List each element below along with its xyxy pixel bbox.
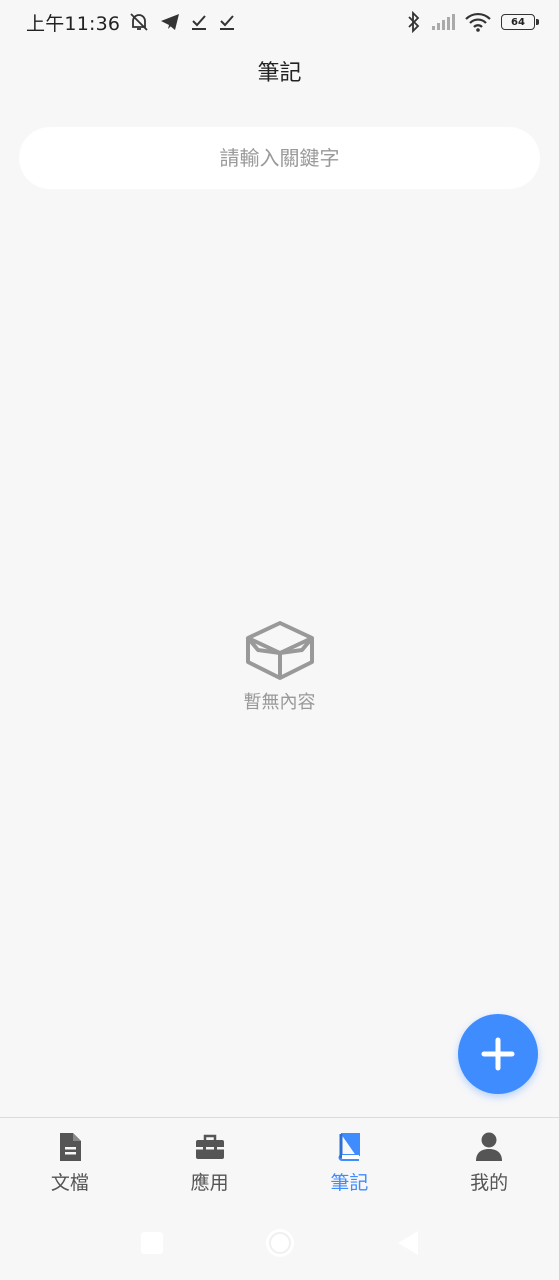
- battery-level: 64: [511, 16, 525, 28]
- document-icon: [58, 1132, 82, 1162]
- bluetooth-icon: [407, 11, 421, 33]
- system-navigation-bar: [0, 1205, 559, 1280]
- bottom-tab-bar: 文檔 應用 筆記 我的: [0, 1117, 559, 1205]
- recents-square-icon[interactable]: [140, 1231, 164, 1255]
- page-title: 筆記: [257, 61, 302, 86]
- notification-icons: [128, 12, 236, 32]
- status-bar-right: 64: [407, 11, 539, 33]
- tab-notes[interactable]: 筆記: [280, 1118, 420, 1205]
- empty-box-icon: [244, 620, 316, 682]
- tab-label: 我的: [470, 1172, 509, 1194]
- tab-apps[interactable]: 應用: [140, 1118, 280, 1205]
- tab-profile[interactable]: 我的: [419, 1118, 559, 1205]
- signal-icon: [431, 13, 455, 31]
- notes-screen: 上午11:36 64 筆記 請輸入關鍵字 暫無內容 文檔 應用 筆記 我的: [0, 0, 559, 1280]
- search-bar[interactable]: [19, 127, 540, 189]
- add-note-button[interactable]: [458, 1014, 538, 1094]
- status-time: 上午11:36: [26, 12, 121, 35]
- search-input[interactable]: [19, 127, 540, 189]
- tab-documents[interactable]: 文檔: [0, 1118, 140, 1205]
- check-icon: [190, 13, 208, 31]
- battery-icon: 64: [501, 14, 539, 30]
- wifi-icon: [465, 12, 491, 32]
- check-icon: [218, 13, 236, 31]
- plus-icon: [481, 1037, 515, 1071]
- empty-state: 暫無內容: [0, 620, 559, 714]
- tab-label: 應用: [190, 1172, 229, 1194]
- back-triangle-icon[interactable]: [396, 1230, 420, 1256]
- telegram-icon: [160, 13, 180, 31]
- tab-label: 筆記: [330, 1172, 369, 1194]
- tab-label: 文檔: [50, 1172, 89, 1194]
- status-bar-left: 上午11:36: [26, 9, 236, 36]
- home-circle-icon[interactable]: [264, 1227, 296, 1259]
- notebook-icon: [337, 1132, 361, 1162]
- person-icon: [475, 1132, 503, 1162]
- empty-state-text: 暫無內容: [243, 692, 316, 713]
- toolbox-icon: [195, 1132, 225, 1162]
- status-bar: 上午11:36 64: [0, 0, 559, 44]
- muted-bell-icon: [128, 12, 150, 32]
